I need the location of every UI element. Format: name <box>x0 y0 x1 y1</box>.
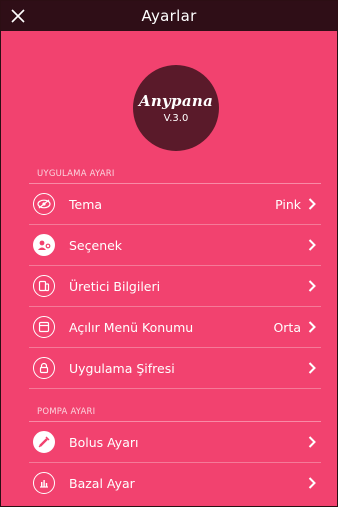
window-icon <box>33 316 55 338</box>
bar-chart-icon <box>33 472 55 494</box>
settings-item-app-password[interactable]: Uygulama Şifresi <box>29 348 321 389</box>
syringe-icon <box>33 431 55 453</box>
settings-item-theme[interactable]: Tema Pink <box>29 184 321 225</box>
settings-item-label: Açılır Menü Konumu <box>69 319 194 335</box>
settings-item-manufacturer[interactable]: Üretici Bilgileri <box>29 266 321 307</box>
eye-slash-icon <box>33 193 55 215</box>
chevron-right-icon <box>307 197 317 211</box>
settings-item-bolus[interactable]: Bolus Ayarı <box>29 422 321 463</box>
user-settings-icon <box>33 234 55 256</box>
settings-item-label: Bazal Ayar <box>69 475 135 491</box>
settings-item-value: Orta <box>273 319 301 335</box>
chevron-right-icon <box>307 361 317 375</box>
settings-item-label: Bolus Ayarı <box>69 434 139 450</box>
chevron-right-icon <box>307 476 317 490</box>
device-info-icon <box>33 275 55 297</box>
lock-icon <box>33 357 55 379</box>
app-version: V.3.0 <box>163 113 189 124</box>
top-bar: Ayarlar <box>1 1 337 31</box>
close-icon[interactable] <box>9 7 27 25</box>
chevron-right-icon <box>307 435 317 449</box>
settings-item-dropdown-position[interactable]: Açılır Menü Konumu Orta <box>29 307 321 348</box>
chevron-right-icon <box>307 238 317 252</box>
logo-area: Anypana V.3.0 <box>1 31 337 161</box>
settings-item-label: Uygulama Şifresi <box>69 360 175 376</box>
chevron-right-icon <box>307 279 317 293</box>
app-logo: Anypana V.3.0 <box>133 65 219 151</box>
settings-item-label: Tema <box>69 196 103 212</box>
settings-item-value: Pink <box>275 196 301 212</box>
settings-item-options[interactable]: Seçenek <box>29 225 321 266</box>
chevron-right-icon <box>307 320 317 334</box>
logo-brand: Anypana <box>138 92 214 110</box>
settings-item-label: Seçenek <box>69 237 123 253</box>
settings-item-label: Üretici Bilgileri <box>69 278 161 294</box>
section-title-pump: POMPA AYARI <box>37 407 96 417</box>
section-title-app: UYGULAMA AYARI <box>37 169 115 179</box>
settings-screen: Ayarlar Anypana V.3.0 UYGULAMA AYARI Tem… <box>0 0 338 507</box>
page-title: Ayarlar <box>141 7 197 25</box>
settings-item-basal[interactable]: Bazal Ayar <box>29 463 321 503</box>
